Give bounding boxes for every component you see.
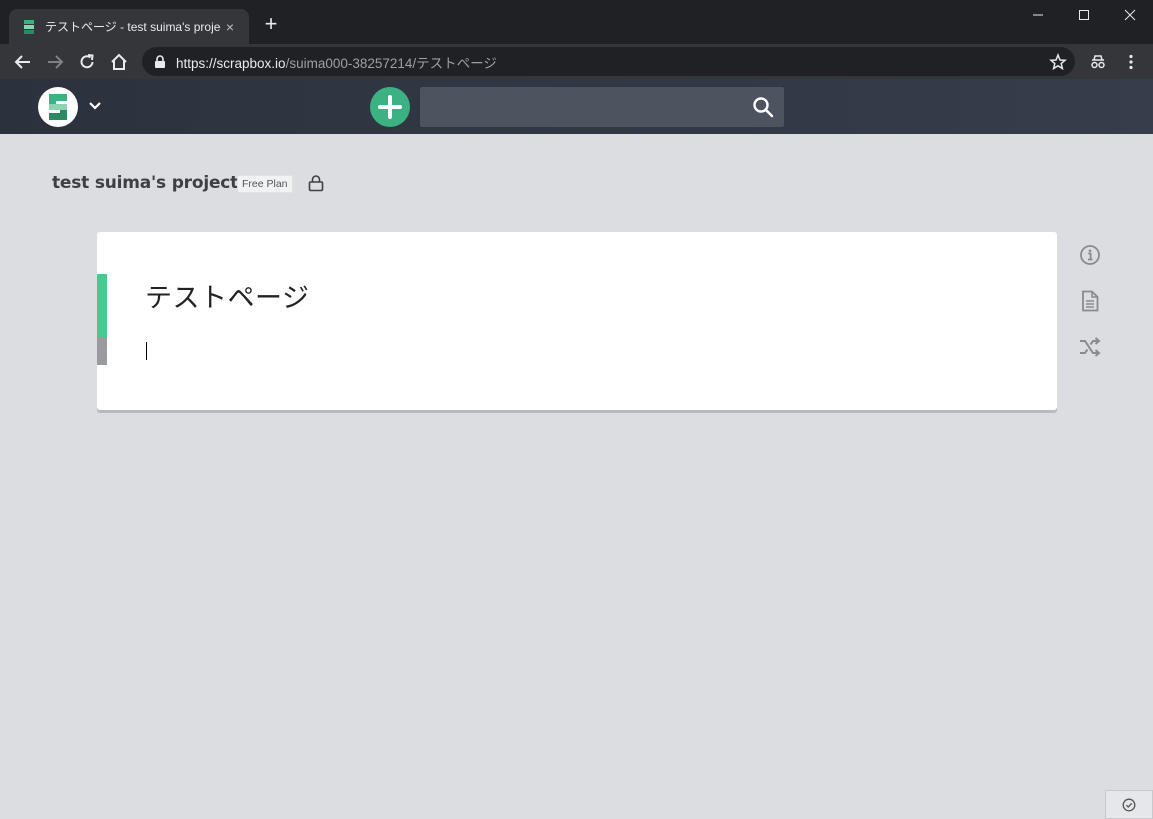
page-title[interactable]: テストページ bbox=[145, 276, 309, 315]
text-cursor bbox=[146, 342, 147, 360]
scrapbox-logo-icon bbox=[49, 94, 67, 120]
arrow-left-icon bbox=[14, 55, 30, 69]
minimize-icon bbox=[1033, 14, 1043, 16]
plan-badge: Free Plan bbox=[237, 175, 293, 193]
incognito-icon bbox=[1091, 55, 1105, 69]
project-title[interactable]: test suima's project bbox=[52, 173, 238, 193]
tab-title: テストページ - test suima's project bbox=[45, 20, 221, 34]
maximize-button[interactable] bbox=[1061, 0, 1107, 30]
sync-status-indicator[interactable] bbox=[1105, 790, 1153, 819]
chevron-down-icon[interactable] bbox=[87, 98, 103, 114]
new-page-button[interactable] bbox=[370, 87, 410, 127]
search-input[interactable] bbox=[420, 87, 784, 127]
close-icon bbox=[1124, 9, 1136, 21]
kebab-menu-icon bbox=[1129, 54, 1133, 70]
document-icon[interactable] bbox=[1078, 289, 1102, 313]
forward-button[interactable] bbox=[42, 49, 68, 75]
bookmark-star-button[interactable] bbox=[1045, 49, 1071, 75]
tab-close-button[interactable]: × bbox=[221, 19, 239, 35]
incognito-button[interactable] bbox=[1085, 49, 1111, 75]
url-text: https://scrapbox.io/suima000-38257214/テス… bbox=[176, 52, 497, 72]
lock-icon bbox=[308, 175, 324, 192]
search-icon[interactable] bbox=[752, 96, 774, 118]
reload-button[interactable] bbox=[74, 49, 100, 75]
url-host: https://scrapbox.io bbox=[176, 55, 286, 71]
padlock-icon bbox=[155, 54, 165, 68]
shuffle-icon[interactable] bbox=[1078, 335, 1102, 359]
scrapbox-favicon-icon bbox=[21, 19, 37, 35]
new-tab-button[interactable]: + bbox=[260, 13, 282, 35]
browser-tab-active[interactable]: テストページ - test suima's project × bbox=[9, 9, 249, 44]
reload-icon bbox=[80, 54, 94, 69]
home-icon bbox=[111, 53, 127, 70]
close-window-button[interactable] bbox=[1107, 0, 1153, 30]
title-line-indicator bbox=[97, 274, 107, 338]
app-header bbox=[0, 79, 1153, 134]
scrapbox-logo-button[interactable] bbox=[38, 87, 78, 127]
page-editor-card[interactable] bbox=[97, 232, 1057, 410]
url-path: /suima000-38257214/テストページ bbox=[285, 55, 497, 71]
star-icon bbox=[1049, 53, 1067, 71]
home-button[interactable] bbox=[106, 49, 132, 75]
back-button[interactable] bbox=[10, 49, 36, 75]
maximize-icon bbox=[1079, 10, 1089, 20]
browser-menu-button[interactable] bbox=[1118, 49, 1144, 75]
browser-titlebar: テストページ - test suima's project × + bbox=[0, 0, 1153, 44]
info-icon[interactable] bbox=[1078, 243, 1102, 267]
cursor-line-indicator bbox=[97, 338, 107, 365]
plus-icon bbox=[378, 95, 402, 119]
arrow-right-icon bbox=[48, 55, 64, 69]
minimize-button[interactable] bbox=[1015, 0, 1061, 30]
address-bar[interactable]: https://scrapbox.io/suima000-38257214/テス… bbox=[142, 47, 1075, 76]
check-circle-icon bbox=[1122, 798, 1136, 811]
browser-toolbar: https://scrapbox.io/suima000-38257214/テス… bbox=[0, 44, 1153, 79]
